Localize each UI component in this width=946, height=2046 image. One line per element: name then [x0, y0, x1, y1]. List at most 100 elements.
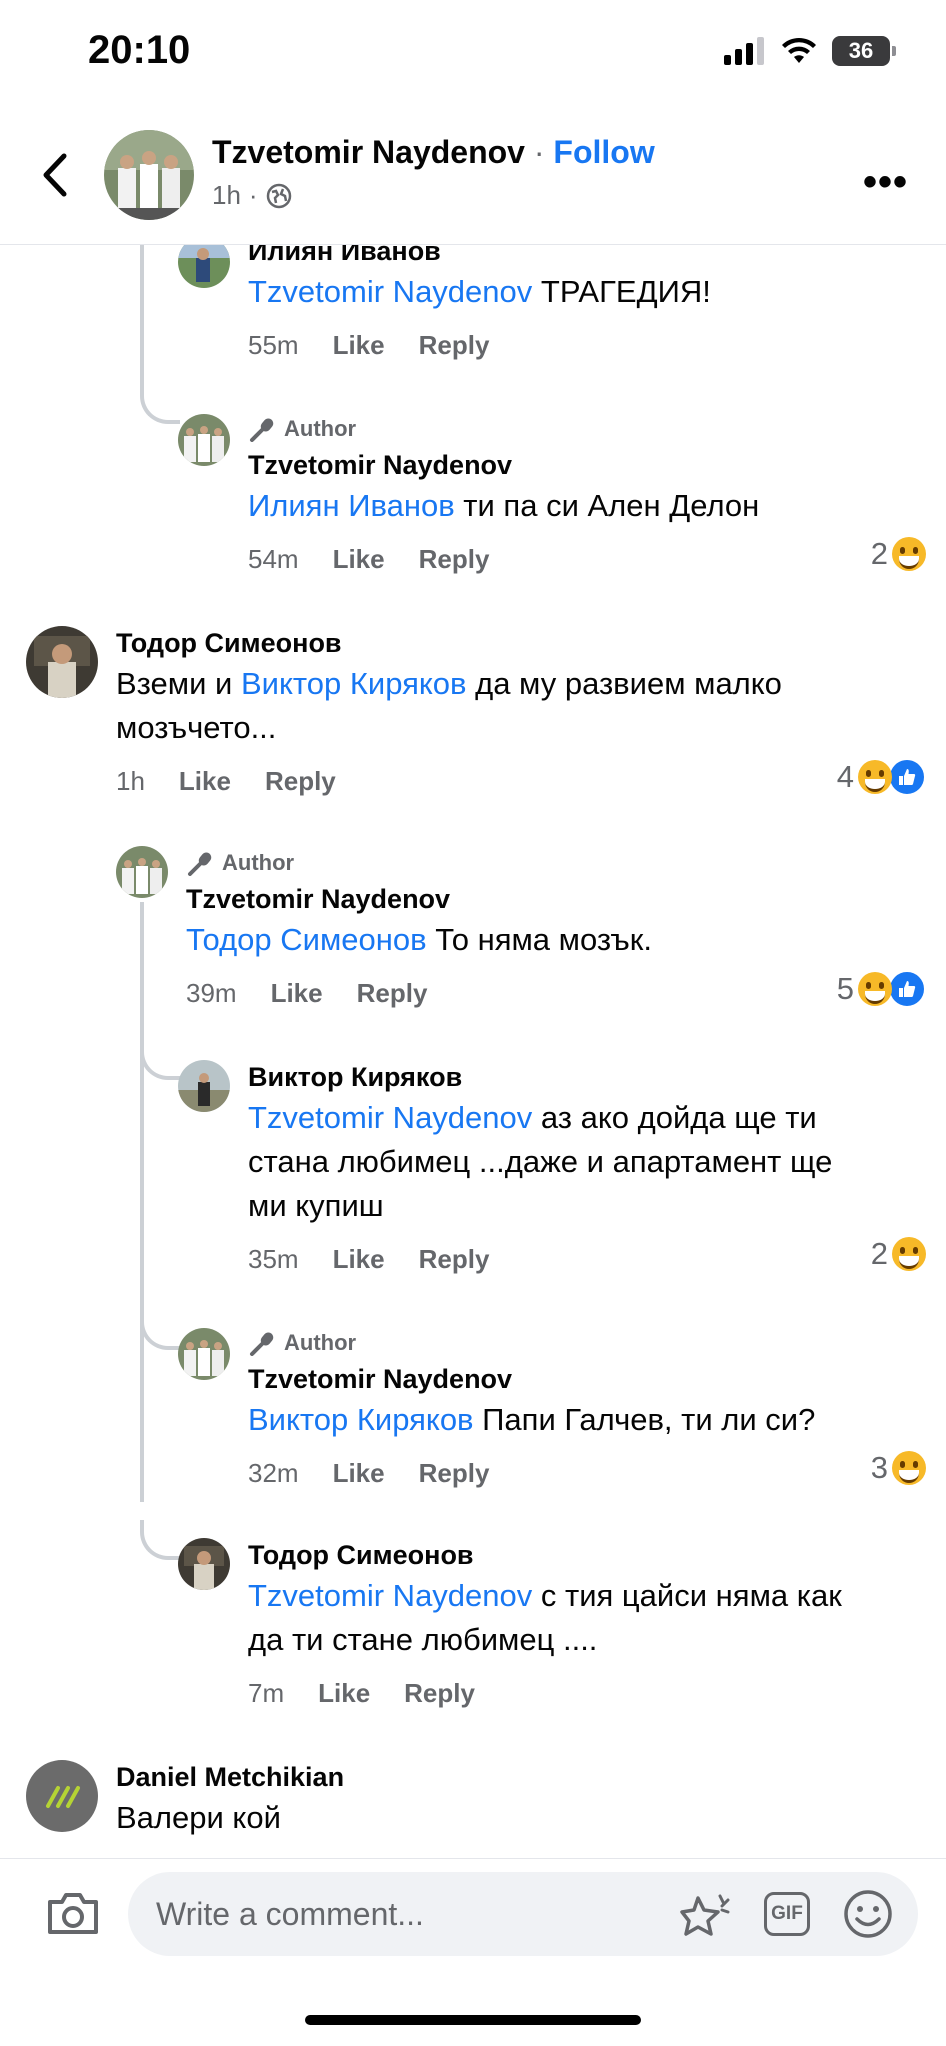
comment-body: с тия цайси няма как	[532, 1578, 842, 1613]
comment-text: Вземи и Виктор Киряков да му развием мал…	[116, 662, 782, 706]
reaction-summary[interactable]: 4	[837, 758, 926, 796]
back-chevron-icon[interactable]	[36, 150, 76, 200]
commenter-name[interactable]: Daniel Metchikian	[116, 1762, 344, 1793]
comment-body: Папи Галчев, ти ли си?	[473, 1402, 816, 1437]
comment-text: Tzvetomir Naydenov аз ако дойда ще ти	[248, 1096, 817, 1140]
reaction-summary[interactable]: 5	[837, 970, 926, 1008]
reply-button[interactable]: Reply	[419, 1244, 490, 1275]
comment-body: ТРАГЕДИЯ!	[532, 274, 711, 309]
haha-emoji-icon	[858, 972, 892, 1006]
comment-body: То няма мозък.	[426, 922, 652, 957]
commenter-name[interactable]: Tzvetomir Naydenov	[248, 1364, 512, 1395]
mention-link[interactable]: Tzvetomir Naydenov	[248, 274, 532, 309]
like-button[interactable]: Like	[271, 978, 323, 1009]
status-time: 20:10	[88, 28, 191, 72]
microphone-icon	[188, 852, 212, 876]
commenter-name[interactable]: Тодор Симеонов	[116, 628, 342, 659]
haha-emoji-icon	[858, 760, 892, 794]
reaction-summary[interactable]: 2	[871, 1236, 926, 1272]
commenter-avatar[interactable]	[26, 626, 98, 698]
reaction-summary[interactable]: 2	[871, 536, 926, 572]
follow-button[interactable]: Follow	[553, 134, 654, 170]
commenter-avatar[interactable]	[178, 1328, 230, 1380]
author-avatar[interactable]	[104, 130, 194, 220]
reply-button[interactable]: Reply	[419, 544, 490, 575]
reaction-count: 2	[870, 1236, 888, 1271]
reaction-summary[interactable]: 3	[871, 1450, 926, 1486]
commenter-avatar[interactable]	[26, 1760, 98, 1832]
like-button[interactable]: Like	[333, 1244, 385, 1275]
comment-time: 55m	[248, 330, 299, 360]
commenter-avatar[interactable]	[116, 846, 168, 898]
globe-icon	[266, 183, 291, 208]
commenter-avatar[interactable]	[178, 1538, 230, 1590]
camera-icon[interactable]	[46, 1890, 100, 1936]
author-badge: Author	[248, 416, 356, 442]
like-button[interactable]: Like	[333, 1458, 385, 1489]
meta-separator: ·	[248, 180, 258, 210]
comment-time: 54m	[248, 544, 299, 574]
thread-curve	[140, 1310, 180, 1350]
reply-button[interactable]: Reply	[265, 766, 336, 797]
commenter-name[interactable]: Виктор Киряков	[248, 1062, 462, 1093]
reply-button[interactable]: Reply	[404, 1678, 475, 1709]
comment-body: ти па си Ален Делон	[454, 488, 760, 523]
status-icons: 36	[724, 36, 896, 66]
mention-link[interactable]: Tzvetomir Naydenov	[248, 1578, 532, 1613]
reaction-count: 4	[836, 759, 854, 794]
commenter-name[interactable]: Tzvetomir Naydenov	[248, 450, 512, 481]
comment-actions: 32m Like Reply	[248, 1458, 489, 1489]
commenter-name[interactable]: Tzvetomir Naydenov	[186, 884, 450, 915]
post-author-name[interactable]: Tzvetomir Naydenov · Follow	[212, 134, 655, 171]
comment-text: Tzvetomir Naydenov ТРАГЕДИЯ!	[248, 270, 711, 314]
author-badge: Author	[186, 850, 294, 876]
comment-time: 35m	[248, 1244, 299, 1274]
avatar-sticker-icon[interactable]	[680, 1890, 736, 1940]
reply-button[interactable]: Reply	[357, 978, 428, 1009]
home-indicator	[305, 2015, 641, 2025]
comment-actions: 55m Like Reply	[248, 330, 489, 361]
author-label: Author	[284, 1330, 357, 1355]
author-label: Author	[284, 416, 357, 441]
like-button[interactable]: Like	[179, 766, 231, 797]
comment-time: 1h	[116, 766, 145, 796]
reaction-count: 3	[870, 1450, 888, 1485]
mention-link[interactable]: Tzvetomir Naydenov	[248, 1100, 532, 1135]
comment-body: Вземи и	[116, 666, 241, 701]
like-button[interactable]: Like	[333, 544, 385, 575]
microphone-icon	[250, 1332, 274, 1356]
comment-text: Илиян Иванов ти па си Ален Делон	[248, 484, 759, 528]
thread-line	[140, 244, 144, 394]
haha-emoji-icon	[892, 1237, 926, 1271]
mention-link[interactable]: Виктор Киряков	[248, 1402, 474, 1437]
commenter-name[interactable]: Тодор Симеонов	[248, 1540, 474, 1571]
mention-link[interactable]: Илиян Иванов	[248, 488, 455, 523]
commenter-avatar[interactable]	[178, 414, 230, 466]
like-reaction-icon	[888, 970, 926, 1008]
post-meta: 1h ·	[212, 180, 292, 211]
mention-link[interactable]: Тодор Симеонов	[186, 922, 427, 957]
commenter-avatar[interactable]	[178, 1060, 230, 1112]
reaction-count: 5	[836, 971, 854, 1006]
like-button[interactable]: Like	[318, 1678, 370, 1709]
haha-emoji-icon	[892, 537, 926, 571]
comment-time: 32m	[248, 1458, 299, 1488]
more-options-icon[interactable]: •••	[863, 160, 908, 205]
comment-actions: 7m Like Reply	[248, 1678, 475, 1709]
battery-icon: 36	[832, 36, 896, 66]
haha-emoji-icon	[892, 1451, 926, 1485]
comment-text-line: да ти стане любимец ....	[248, 1622, 598, 1657]
comment-actions: 54m Like Reply	[248, 544, 489, 575]
emoji-icon[interactable]	[842, 1888, 894, 1940]
gif-button[interactable]: GIF	[764, 1892, 810, 1936]
reply-button[interactable]: Reply	[419, 330, 490, 361]
comment-text: Валери кой	[116, 1800, 281, 1835]
comment-time: 7m	[248, 1678, 285, 1708]
comment-input-placeholder[interactable]: Write a comment...	[156, 1896, 424, 1933]
mention-link[interactable]: Виктор Киряков	[241, 666, 467, 701]
comment-body: да му развием малко	[466, 666, 782, 701]
reply-button[interactable]: Reply	[419, 1458, 490, 1489]
like-button[interactable]: Like	[333, 330, 385, 361]
dot-separator: ·	[524, 134, 554, 170]
author-name-text[interactable]: Tzvetomir Naydenov	[212, 134, 525, 170]
